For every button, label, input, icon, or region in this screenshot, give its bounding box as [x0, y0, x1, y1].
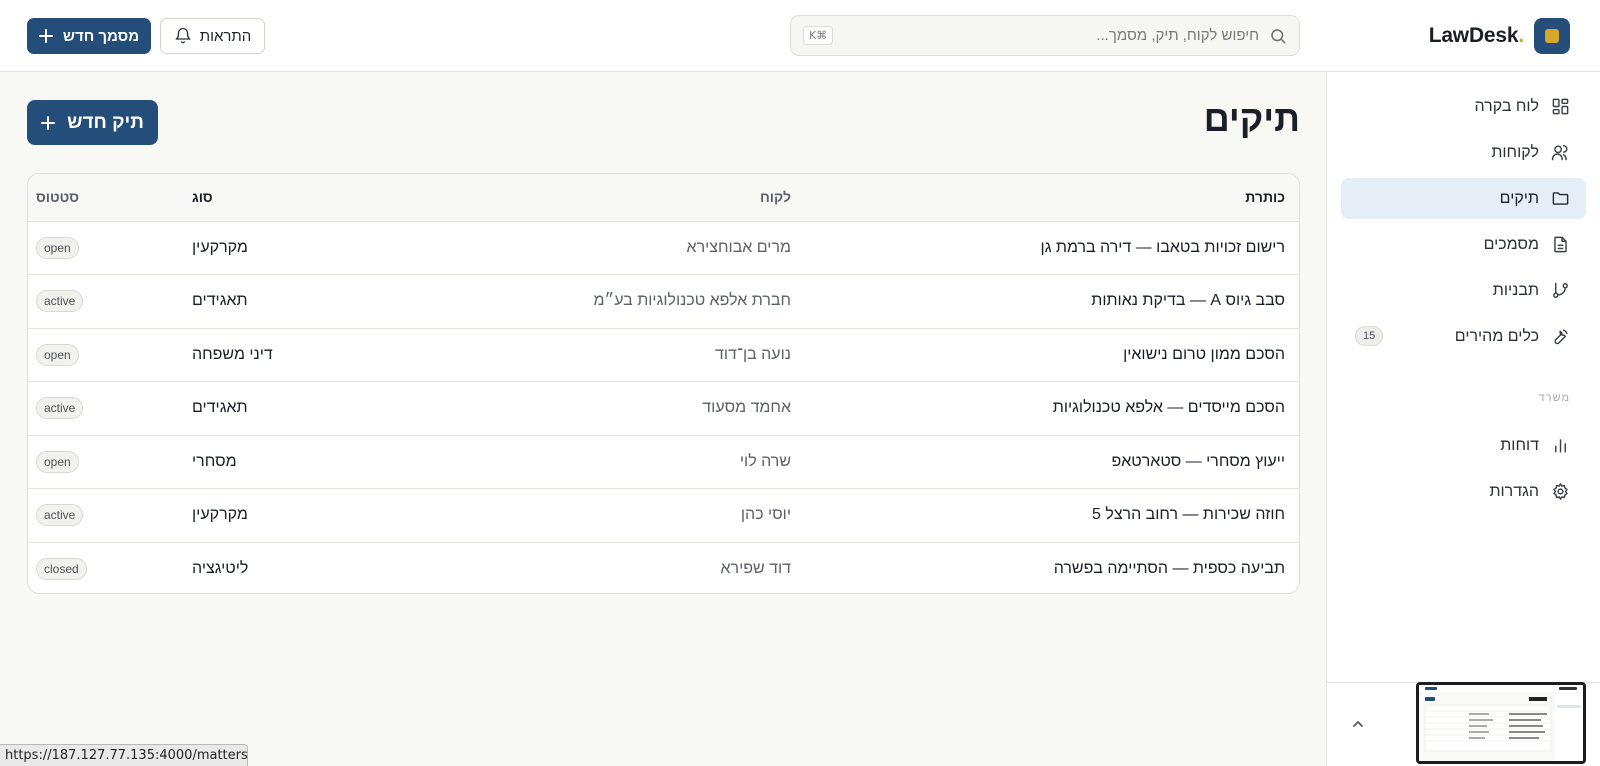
cell-status: active — [28, 274, 192, 328]
sidebar-item-documents[interactable]: מסמכים — [1341, 224, 1586, 265]
cell-title[interactable]: הסכם מייסדים — אלפא טכנולוגיות — [791, 381, 1299, 435]
sidebar-item-dashboard[interactable]: לוח בקרה — [1341, 86, 1586, 127]
table-row[interactable]: סבב גיוס A — בדיקת נאותות חברת אלפא טכנו… — [28, 274, 1299, 328]
table-row[interactable]: הסכם מייסדים — אלפא טכנולוגיות אחמד מסעו… — [28, 381, 1299, 435]
sidebar-item-clients[interactable]: לקוחות — [1341, 132, 1586, 173]
sidebar-item-label: לוח בקרה — [1474, 97, 1539, 115]
page-preview-thumbnail[interactable] — [1416, 682, 1586, 764]
plus-icon — [41, 115, 56, 130]
page-title: תיקים — [1203, 98, 1300, 139]
count-badge: 15 — [1355, 326, 1384, 346]
cell-title[interactable]: הסכם ממון טרום נישואין — [791, 327, 1299, 382]
top-bar: LawDesk. חיפוש לקוח, תיק, מסמך... K⌘ התר… — [0, 0, 1600, 72]
sidebar-item-reports[interactable]: דוחות — [1341, 425, 1586, 466]
status-badge: open — [36, 450, 79, 473]
table-row[interactable]: תביעה כספית — הסתיימה בפשרה דוד שפירא לי… — [28, 541, 1299, 593]
sidebar-item-label: דוחות — [1500, 436, 1539, 454]
status-badge: active — [36, 290, 84, 313]
sidebar-item-label: הגדרות — [1489, 482, 1539, 500]
new-document-label: מסמך חדש — [62, 27, 140, 45]
cell-status: open — [28, 434, 192, 489]
cell-client: נועה בן־דוד — [394, 327, 791, 382]
cell-client: אחמד מסעוד — [394, 381, 791, 435]
table-header-row: כותרת לקוח סוג סטטוס — [28, 174, 1299, 222]
status-badge: active — [36, 397, 84, 420]
chevron-up-icon — [1351, 717, 1365, 731]
sidebar-item-label: תיקים — [1499, 189, 1539, 207]
cell-type: מקרקעין — [192, 488, 394, 542]
cell-title[interactable]: סבב גיוס A — בדיקת נאותות — [791, 274, 1299, 328]
new-case-button[interactable]: תיק חדש — [27, 100, 158, 145]
cell-status: active — [28, 488, 192, 542]
cell-type: מסחרי — [192, 434, 394, 489]
brand-name: LawDesk. — [1428, 24, 1524, 47]
sidebar-item-label: כלים מהירים — [1454, 327, 1539, 345]
cell-client: מרים אבוחצירא — [686, 238, 791, 256]
cell-client: דוד שפירא — [394, 541, 791, 593]
cell-client: יוסי כהן — [394, 488, 791, 542]
sidebar-item-settings[interactable]: הגדרות — [1341, 471, 1586, 512]
sidebar: לוח בקרה לקוחות תיקים מסמכים תבניות כלים… — [1326, 72, 1600, 766]
cell-type: ליטיגציה — [192, 541, 394, 593]
search-shortcut: K⌘ — [803, 26, 834, 45]
new-case-label: תיק חדש — [67, 111, 144, 133]
sidebar-item-matters[interactable]: תיקים — [1341, 178, 1586, 219]
dashboard-icon — [1551, 97, 1570, 116]
column-header-type[interactable]: סוג — [192, 174, 394, 222]
cell-client: שרה לוי — [394, 434, 791, 489]
sidebar-item-quick-tools[interactable]: כלים מהירים 15 — [1341, 316, 1586, 357]
sidebar-item-label: לקוחות — [1491, 143, 1539, 161]
cell-type: תאגידים — [192, 274, 394, 328]
search-icon — [1269, 27, 1287, 45]
new-document-button[interactable]: מסמך חדש — [27, 18, 151, 54]
cell-title[interactable]: רישום זכויות בטאבו — דירה ברמת גן — [791, 221, 1299, 275]
column-header-status[interactable]: סטטוס — [28, 174, 192, 222]
git-branch-icon — [1551, 281, 1570, 300]
cell-status: open — [28, 221, 192, 275]
search-placeholder: חיפוש לקוח, תיק, מסמך... — [1096, 27, 1259, 44]
status-url: https://187.127.77.135:4000/matters — [0, 744, 248, 766]
table-row[interactable]: ייעוץ מסחרי — סטארטאפ שרה לוי מסחרי open — [28, 434, 1299, 489]
notifications-label: התראות — [199, 27, 252, 45]
sidebar-item-label: תבניות — [1492, 281, 1539, 299]
cell-type: דיני משפחה — [192, 327, 394, 382]
cell-type: תאגידים — [192, 381, 394, 435]
table-row[interactable]: רישום זכויות בטאבו — דירה ברמת גן מרים א… — [28, 221, 1299, 275]
cell-type: מקרקעין — [192, 238, 248, 256]
users-icon — [1551, 143, 1570, 162]
wrench-icon — [1551, 327, 1570, 346]
brand-logo-icon — [1534, 18, 1570, 54]
bell-icon — [174, 27, 192, 45]
notifications-button[interactable]: התראות — [160, 18, 265, 54]
cell-title[interactable]: חוזה שכירות — רחוב הרצל 5 — [791, 488, 1299, 542]
cell-title[interactable]: תביעה כספית — הסתיימה בפשרה — [791, 541, 1299, 593]
column-header-title[interactable]: כותרת — [791, 174, 1299, 222]
cell-status: closed — [28, 541, 192, 593]
matters-table: כותרת לקוח סוג סטטוס רישום זכויות בטאבו … — [27, 173, 1300, 594]
sidebar-item-templates[interactable]: תבניות — [1341, 270, 1586, 311]
folder-icon — [1551, 189, 1570, 208]
sidebar-section-label: משרד — [1538, 392, 1570, 404]
bar-chart-icon — [1551, 436, 1570, 455]
cell-title[interactable]: ייעוץ מסחרי — סטארטאפ — [791, 434, 1299, 489]
cell-status: open — [28, 327, 192, 382]
brand[interactable]: LawDesk. — [1429, 18, 1570, 54]
cell-status: active — [28, 381, 192, 435]
table-row[interactable]: הסכם ממון טרום נישואין נועה בן־דוד דיני … — [28, 327, 1299, 382]
cell-client: חברת אלפא טכנולוגיות בע״מ — [394, 274, 791, 328]
column-header-client[interactable]: לקוח — [394, 174, 791, 222]
status-badge: open — [36, 343, 79, 366]
sidebar-footer — [1327, 682, 1600, 766]
document-icon — [1551, 235, 1570, 254]
collapse-button[interactable] — [1347, 713, 1369, 735]
settings-icon — [1551, 482, 1570, 501]
status-badge: closed — [36, 558, 87, 580]
table-row[interactable]: חוזה שכירות — רחוב הרצל 5 יוסי כהן מקרקע… — [28, 488, 1299, 542]
status-badge: active — [36, 504, 84, 527]
status-badge: open — [36, 236, 79, 259]
sidebar-item-label: מסמכים — [1483, 235, 1539, 253]
search-input[interactable]: חיפוש לקוח, תיק, מסמך... K⌘ — [790, 15, 1300, 56]
plus-icon — [38, 29, 53, 43]
